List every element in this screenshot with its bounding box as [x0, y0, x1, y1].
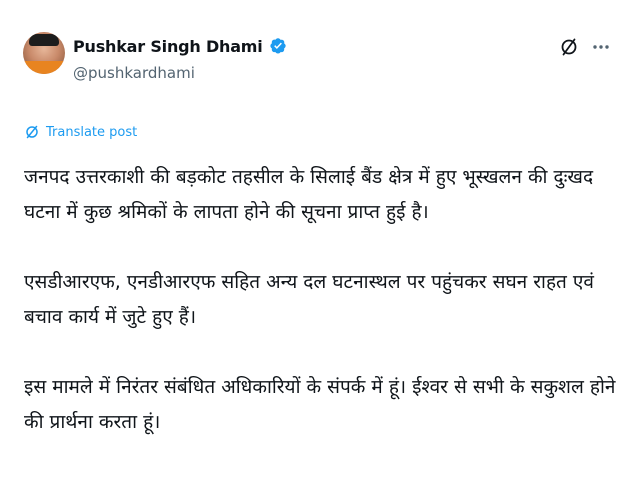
avatar-shirt [23, 61, 65, 74]
author-display-name[interactable]: Pushkar Singh Dhami [73, 37, 263, 56]
author-handle[interactable]: @pushkardhami [73, 64, 195, 82]
avatar[interactable] [23, 32, 65, 74]
author-name-row: Pushkar Singh Dhami [73, 34, 287, 58]
avatar-cap [29, 34, 59, 46]
translate-icon [26, 125, 38, 139]
more-options-icon[interactable] [590, 36, 612, 58]
translate-post-label: Translate post [46, 124, 138, 140]
translate-post-link[interactable]: Translate post [24, 124, 137, 140]
post-paragraph: जनपद उत्तरकाशी की बड़कोट तहसील के सिलाई … [24, 166, 594, 223]
post-body: जनपद उत्तरकाशी की बड़कोट तहसील के सिलाई … [24, 160, 624, 440]
verified-badge-icon [269, 37, 287, 55]
grok-icon[interactable] [558, 36, 580, 58]
post-paragraph: इस मामले में निरंतर संबंधित अधिकारियों क… [24, 376, 616, 433]
post-paragraph: एसडीआरएफ, एनडीआरएफ सहित अन्य दल घटनास्थल… [24, 271, 594, 328]
tweet-card: Pushkar Singh Dhami @pushkardhami Transl… [0, 0, 640, 480]
